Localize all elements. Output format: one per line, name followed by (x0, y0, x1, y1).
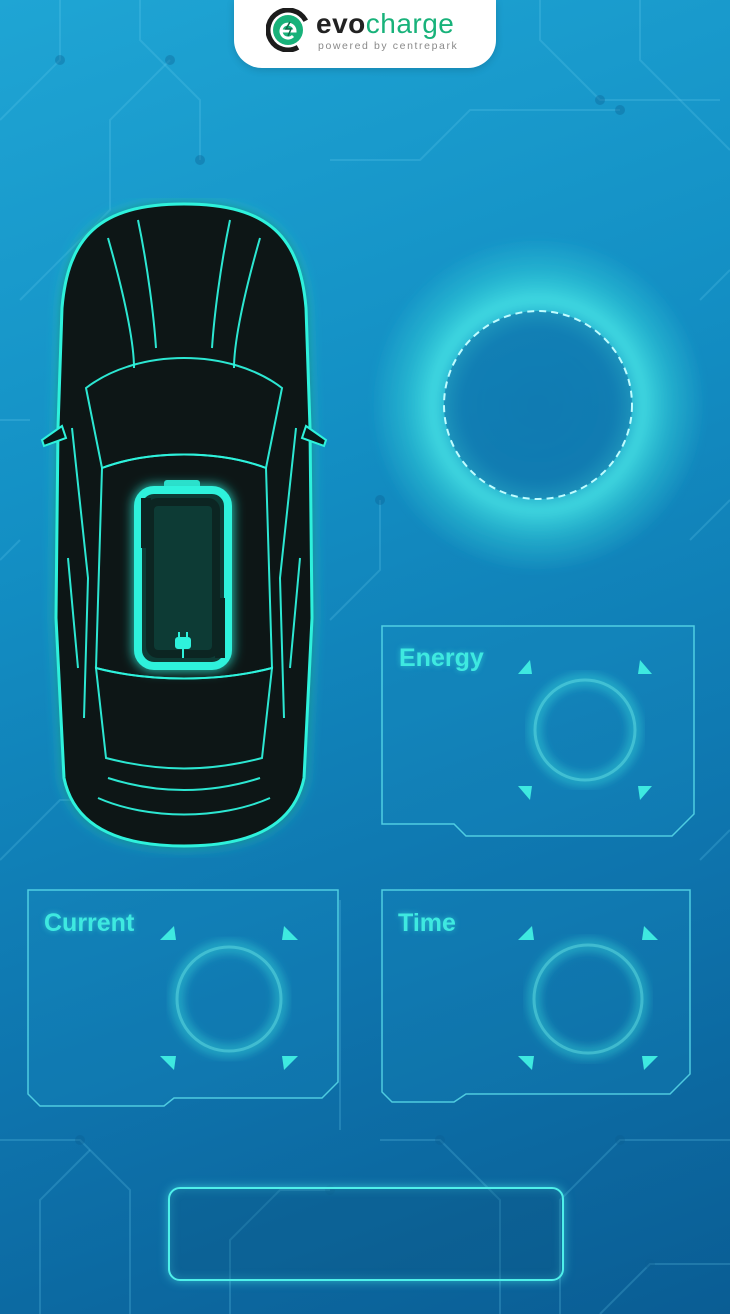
current-panel: Current (24, 886, 342, 1108)
car-top-view-icon (40, 202, 328, 848)
current-label: Current (44, 909, 135, 937)
time-label: Time (398, 909, 456, 937)
brand-logo: evocharge powered by centrepark (234, 0, 496, 68)
time-panel: Time (378, 886, 696, 1108)
evocharge-logo-icon (266, 8, 310, 52)
brand-name-part2: charge (365, 8, 455, 39)
brand-name: evocharge (316, 9, 454, 39)
charge-action-button[interactable] (168, 1187, 564, 1281)
energy-gauge-icon (518, 660, 652, 800)
brand-name-part1: evo (316, 8, 366, 39)
brand-tagline: powered by centrepark (318, 40, 459, 52)
current-gauge-icon (160, 926, 298, 1070)
energy-label: Energy (399, 644, 484, 672)
time-gauge-icon (518, 926, 658, 1070)
energy-panel: Energy (380, 624, 698, 842)
charging-ring-icon (370, 237, 706, 573)
